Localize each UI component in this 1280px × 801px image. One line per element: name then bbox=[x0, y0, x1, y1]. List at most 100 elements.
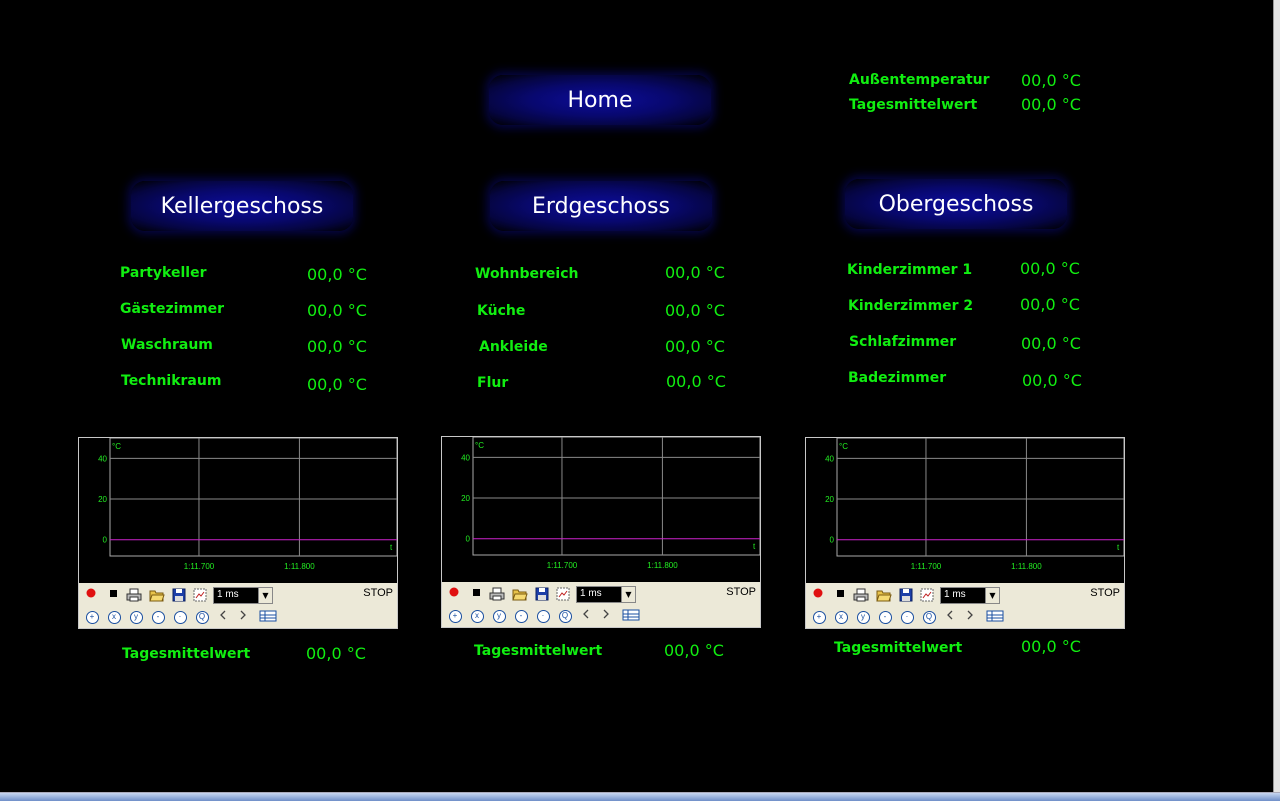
record-icon[interactable] bbox=[448, 586, 464, 602]
y-tick-label: 40 bbox=[461, 453, 470, 462]
zoom-y-icon[interactable]: y bbox=[855, 609, 871, 625]
zoom-fit-icon[interactable]: Q bbox=[557, 608, 573, 624]
y-tick-label: 20 bbox=[461, 494, 470, 503]
room-label: Gästezimmer bbox=[120, 301, 224, 317]
room-label: Wohnbereich bbox=[475, 266, 579, 282]
obergeschoss-button[interactable]: Obergeschoss bbox=[845, 179, 1067, 229]
scroll-left-icon[interactable] bbox=[218, 609, 234, 625]
zoom-y-icon[interactable]: y bbox=[491, 608, 507, 624]
zoom-reset-icon[interactable]: · bbox=[535, 608, 551, 624]
chart-toolbar: 1 ms ▼ STOP + x y - · Q bbox=[806, 583, 1124, 628]
room-value: 00,0 °C bbox=[665, 337, 725, 356]
chart-plot: 020401:11.700 1:11.800°Ct bbox=[98, 438, 397, 571]
zoom-reset-icon[interactable]: · bbox=[899, 609, 915, 625]
interval-value: 1 ms bbox=[580, 588, 602, 599]
recorder-state: STOP bbox=[1090, 587, 1120, 599]
room-label: Ankleide bbox=[479, 339, 548, 355]
print-icon[interactable] bbox=[489, 586, 505, 602]
room-value: 00,0 °C bbox=[307, 265, 367, 284]
room-value: 00,0 °C bbox=[1020, 295, 1080, 314]
x-tick-label: 1:11.800 bbox=[647, 561, 678, 570]
zoom-fit-icon[interactable]: Q bbox=[194, 609, 210, 625]
room-value: 00,0 °C bbox=[666, 372, 726, 391]
scroll-right-icon[interactable] bbox=[238, 609, 254, 625]
erdgeschoss-button[interactable]: Erdgeschoss bbox=[490, 181, 712, 231]
outdoor-temp-label: Außentemperatur bbox=[849, 72, 990, 88]
table-icon[interactable] bbox=[986, 609, 1004, 625]
x-tick-label: 1:11.800 bbox=[1011, 562, 1042, 571]
room-label: Badezimmer bbox=[848, 370, 947, 386]
print-icon[interactable] bbox=[126, 587, 142, 603]
chart-toolbar: 1 ms ▼ STOP + x y - · Q bbox=[442, 582, 760, 627]
recorder-state: STOP bbox=[726, 586, 756, 598]
scroll-left-icon[interactable] bbox=[945, 609, 961, 625]
stop-icon[interactable] bbox=[107, 587, 123, 603]
stop-icon[interactable] bbox=[470, 586, 486, 602]
outdoor-temp-value: 00,0 °C bbox=[1021, 71, 1081, 90]
kellergeschoss-chart[interactable]: 0 20 40 1:11.700 1:11.800 °C t 1 ms ▼ STOP + x y - · Q bbox=[78, 437, 398, 629]
room-label: Waschraum bbox=[121, 337, 213, 353]
chevron-down-icon[interactable]: ▼ bbox=[258, 588, 272, 603]
room-label: Kinderzimmer 1 bbox=[847, 262, 973, 278]
kellergeschoss-button[interactable]: Kellergeschoss bbox=[131, 181, 353, 231]
zoom-in-icon[interactable]: + bbox=[811, 609, 827, 625]
scroll-right-icon[interactable] bbox=[965, 609, 981, 625]
interval-select[interactable]: 1 ms ▼ bbox=[940, 587, 1000, 604]
zoom-in-icon[interactable]: + bbox=[447, 608, 463, 624]
y-tick-label: 40 bbox=[98, 454, 107, 463]
save-icon[interactable] bbox=[534, 586, 550, 602]
room-label: Partykeller bbox=[120, 265, 207, 281]
zoom-out-icon[interactable]: - bbox=[150, 609, 166, 625]
export-icon[interactable] bbox=[919, 587, 935, 603]
table-icon[interactable] bbox=[259, 609, 277, 625]
record-icon[interactable] bbox=[85, 587, 101, 603]
zoom-out-icon[interactable]: - bbox=[513, 608, 529, 624]
zoom-x-icon[interactable]: x bbox=[833, 609, 849, 625]
y-tick-label: 0 bbox=[830, 536, 835, 545]
open-folder-icon[interactable] bbox=[876, 587, 892, 603]
obergeschoss-label: Obergeschoss bbox=[878, 191, 1034, 217]
interval-select[interactable]: 1 ms ▼ bbox=[213, 587, 273, 604]
zoom-y-icon[interactable]: y bbox=[128, 609, 144, 625]
erdgeschoss-label: Erdgeschoss bbox=[532, 193, 670, 219]
obergeschoss-chart[interactable]: 0 20 40 1:11.700 1:11.800 °C t 1 ms ▼ STOP + x y - · Q bbox=[805, 437, 1125, 629]
zoom-reset-icon[interactable]: · bbox=[172, 609, 188, 625]
y-tick-label: 40 bbox=[825, 454, 834, 463]
y-tick-label: 0 bbox=[103, 536, 108, 545]
save-icon[interactable] bbox=[898, 587, 914, 603]
open-folder-icon[interactable] bbox=[512, 586, 528, 602]
save-icon[interactable] bbox=[171, 587, 187, 603]
chevron-down-icon[interactable]: ▼ bbox=[985, 588, 999, 603]
kellergeschoss-avg-value: 00,0 °C bbox=[306, 644, 366, 663]
room-label: Technikraum bbox=[121, 373, 222, 389]
print-icon[interactable] bbox=[853, 587, 869, 603]
zoom-x-icon[interactable]: x bbox=[106, 609, 122, 625]
stop-icon[interactable] bbox=[834, 587, 850, 603]
scroll-left-icon[interactable] bbox=[581, 608, 597, 624]
interval-select[interactable]: 1 ms ▼ bbox=[576, 586, 636, 603]
room-value: 00,0 °C bbox=[665, 301, 725, 320]
home-label: Home bbox=[567, 87, 633, 113]
scroll-right-icon[interactable] bbox=[601, 608, 617, 624]
window-scrollbar[interactable] bbox=[1273, 0, 1280, 792]
x-tick-label: 1:11.800 bbox=[284, 562, 315, 571]
record-icon[interactable] bbox=[812, 587, 828, 603]
erdgeschoss-chart[interactable]: 0 20 40 1:11.700 1:11.800 °C t 1 ms ▼ STOP + x y - · Q bbox=[441, 436, 761, 628]
outdoor-avg-label: Tagesmittelwert bbox=[849, 97, 978, 113]
zoom-in-icon[interactable]: + bbox=[84, 609, 100, 625]
chevron-down-icon[interactable]: ▼ bbox=[621, 587, 635, 602]
plot-area bbox=[109, 438, 397, 557]
room-value: 00,0 °C bbox=[307, 375, 367, 394]
obergeschoss-avg-label: Tagesmittelwert bbox=[834, 640, 963, 656]
room-value: 00,0 °C bbox=[1022, 371, 1082, 390]
plot-area bbox=[472, 437, 760, 556]
open-folder-icon[interactable] bbox=[149, 587, 165, 603]
export-icon[interactable] bbox=[192, 587, 208, 603]
y-axis-label: °C bbox=[475, 441, 484, 450]
zoom-x-icon[interactable]: x bbox=[469, 608, 485, 624]
zoom-out-icon[interactable]: - bbox=[877, 609, 893, 625]
zoom-fit-icon[interactable]: Q bbox=[921, 609, 937, 625]
export-icon[interactable] bbox=[555, 586, 571, 602]
home-button[interactable]: Home bbox=[489, 75, 711, 125]
table-icon[interactable] bbox=[622, 608, 640, 624]
